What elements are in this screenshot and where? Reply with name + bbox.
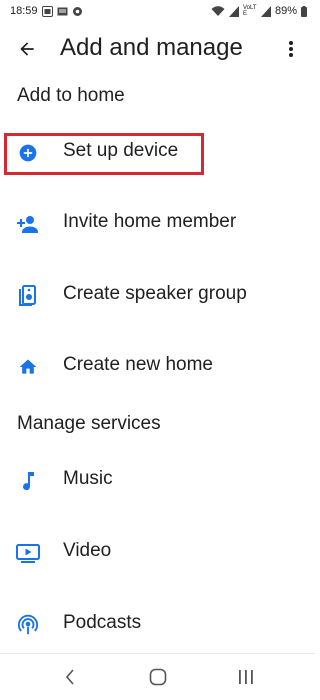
music-note-icon <box>16 469 40 493</box>
section-heading-manage-services: Manage services <box>17 413 161 434</box>
home-icon <box>16 355 40 379</box>
nav-home-button[interactable] <box>144 666 172 688</box>
signal-icon <box>228 5 239 17</box>
status-right: VoLTE 89% <box>211 5 307 17</box>
speaker-icon <box>16 284 40 308</box>
video-icon <box>16 541 40 565</box>
status-time: 18:59 <box>10 5 38 17</box>
page-title: Add and manage <box>60 34 243 61</box>
network-label: VoLTE <box>242 5 257 17</box>
battery-icon <box>301 5 307 17</box>
menu-item-video[interactable]: Video <box>0 525 315 581</box>
menu-item-create-new-home[interactable]: Create new home <box>0 339 315 395</box>
menu-item-music[interactable]: Music <box>0 453 315 509</box>
nav-back-icon <box>65 669 74 685</box>
menu-item-label: Video <box>63 540 112 561</box>
nav-home-icon <box>149 668 167 686</box>
section-heading-add-to-home: Add to home <box>17 85 125 106</box>
notification-icon <box>41 5 53 17</box>
menu-item-label: Create speaker group <box>63 283 247 304</box>
menu-item-label: Music <box>63 468 113 489</box>
nav-recents-icon <box>239 670 253 684</box>
navigation-bar <box>0 654 315 700</box>
menu-item-set-up-device[interactable]: Set up device <box>0 125 315 181</box>
status-bar: 18:59 VoLTE 89% <box>0 0 315 22</box>
menu-item-podcasts[interactable]: Podcasts <box>0 597 315 653</box>
podcasts-icon <box>16 613 40 637</box>
more-vert-icon <box>289 41 293 57</box>
back-button[interactable] <box>14 36 40 62</box>
wifi-icon <box>211 5 225 17</box>
add-circle-icon <box>16 141 40 165</box>
person-add-icon <box>16 212 40 236</box>
menu-item-label: Podcasts <box>63 612 142 633</box>
screen: 18:59 VoLTE 89% Add and manage Add to ho… <box>0 0 315 700</box>
menu-item-create-speaker-group[interactable]: Create speaker group <box>0 268 315 324</box>
more-options-button[interactable] <box>281 36 301 62</box>
nav-back-button[interactable] <box>56 666 84 688</box>
menu-item-label: Set up device <box>63 140 179 161</box>
settings-status-icon <box>72 6 83 17</box>
menu-item-label: Create new home <box>63 354 213 375</box>
signal-icon-2 <box>260 5 271 17</box>
menu-item-label: Invite home member <box>63 211 237 232</box>
message-icon <box>57 6 68 17</box>
status-left: 18:59 <box>10 5 83 17</box>
battery-percent: 89% <box>274 5 297 17</box>
arrow-back-icon <box>20 42 34 56</box>
nav-recents-button[interactable] <box>232 666 260 688</box>
menu-item-invite-home-member[interactable]: Invite home member <box>0 196 315 252</box>
app-bar: Add and manage <box>0 26 315 70</box>
